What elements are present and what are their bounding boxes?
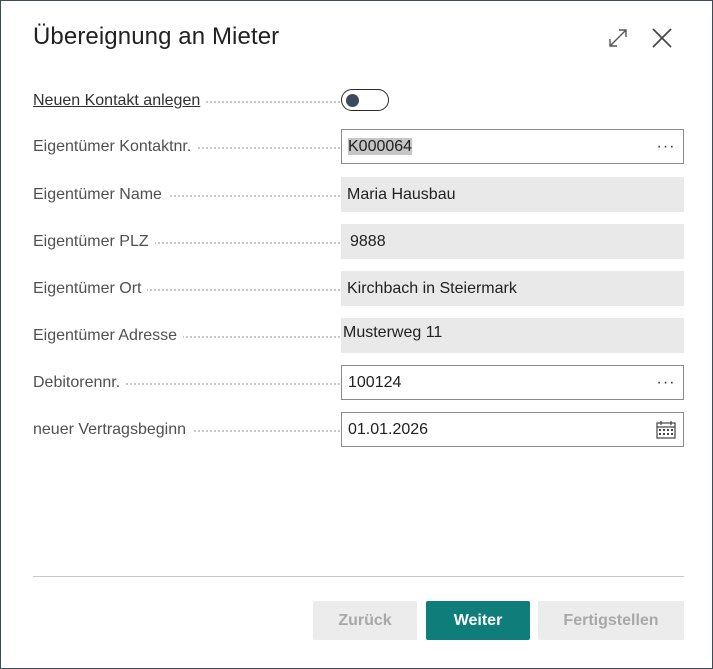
owner-zip-label: Eigentümer PLZ (33, 224, 155, 260)
footer-divider (33, 576, 684, 577)
customer-no-field[interactable]: 100124 ··· (341, 365, 684, 400)
new-contact-toggle[interactable] (341, 89, 389, 111)
owner-contact-no-label: Eigentümer Kontaktnr. (33, 129, 198, 165)
row-new-contact: Neuen Kontakt anlegen (33, 83, 684, 119)
owner-city-label: Eigentümer Ort (33, 271, 148, 307)
close-icon[interactable] (649, 25, 675, 51)
new-contact-label[interactable]: Neuen Kontakt anlegen (33, 83, 207, 119)
back-button[interactable]: Zurück (313, 601, 417, 640)
owner-name-field: Maria Hausbau (341, 177, 684, 212)
owner-zip-value: 9888 (350, 232, 386, 250)
lookup-ellipsis-button[interactable]: ··· (649, 366, 683, 399)
contract-start-label: neuer Vertragsbeginn (33, 412, 192, 448)
owner-contact-no-field[interactable]: K000064 ··· (341, 129, 684, 164)
row-owner-zip: Eigentümer PLZ 9888 (33, 224, 684, 260)
owner-name-value: Maria Hausbau (347, 185, 456, 203)
dialog-title: Übereignung an Mieter (33, 23, 280, 50)
customer-no-label: Debitorennr. (33, 365, 127, 401)
owner-city-field: Kirchbach in Steiermark (341, 271, 684, 306)
row-owner-name: Eigentümer Name Maria Hausbau (33, 177, 684, 213)
contract-start-value: 01.01.2026 (348, 420, 429, 438)
toggle-knob (346, 94, 359, 107)
row-contract-start: neuer Vertragsbeginn 01.01.2026 (33, 412, 684, 448)
calendar-icon[interactable] (649, 413, 683, 446)
row-customer-no: Debitorennr. 100124 ··· (33, 365, 684, 401)
row-owner-address: Eigentümer Adresse Musterweg 11 (33, 318, 684, 354)
lookup-ellipsis-button[interactable]: ··· (649, 130, 683, 163)
expand-icon[interactable] (605, 25, 631, 51)
row-owner-contact-no: Eigentümer Kontaktnr. K000064 ··· (33, 129, 684, 165)
contract-start-field[interactable]: 01.01.2026 (341, 412, 684, 447)
row-owner-city: Eigentümer Ort Kirchbach in Steiermark (33, 271, 684, 307)
owner-name-label: Eigentümer Name (33, 177, 168, 213)
dialog: Übereignung an Mieter Neuen Kontakt anle… (0, 0, 713, 669)
owner-contact-no-value: K000064 (348, 137, 413, 155)
owner-address-field: Musterweg 11 (341, 318, 684, 353)
owner-address-value: Musterweg 11 (343, 324, 443, 341)
owner-address-label: Eigentümer Adresse (33, 318, 184, 354)
next-button[interactable]: Weiter (426, 601, 530, 640)
customer-no-value: 100124 (348, 373, 402, 391)
owner-zip-field: 9888 (341, 224, 684, 259)
finish-button[interactable]: Fertigstellen (538, 601, 684, 640)
owner-city-value: Kirchbach in Steiermark (347, 279, 517, 297)
